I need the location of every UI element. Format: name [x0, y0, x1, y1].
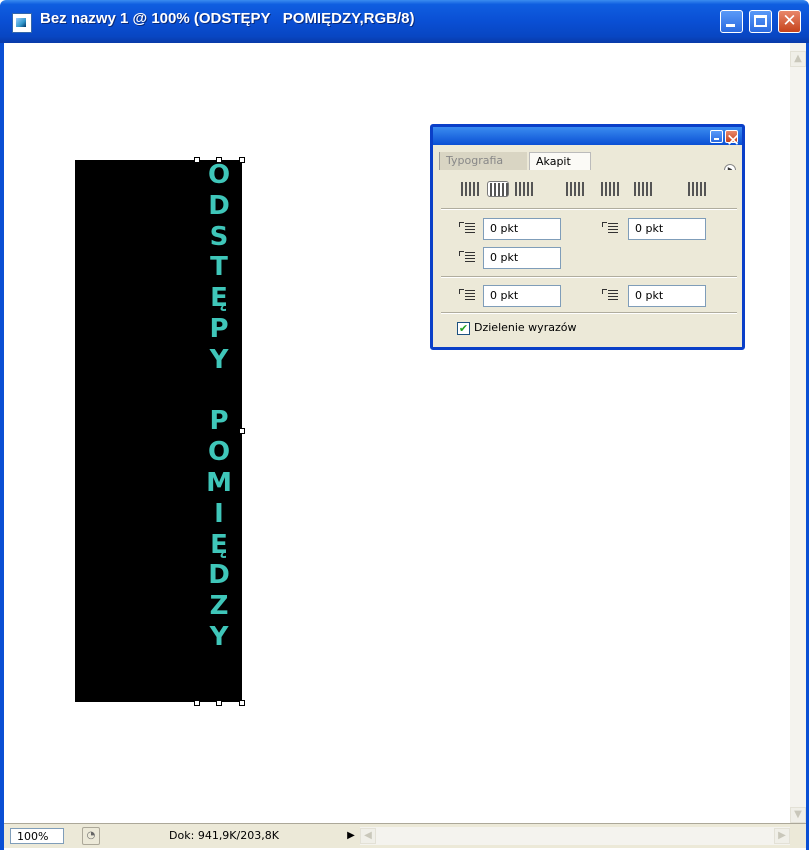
vertical-text-letter: M	[206, 467, 232, 498]
transform-handle[interactable]	[194, 157, 200, 163]
align-left-icon[interactable]	[459, 181, 481, 197]
scroll-down-button[interactable]: ▼	[790, 807, 806, 823]
align-right-icon[interactable]	[513, 181, 535, 197]
close-button[interactable]: ✕	[778, 10, 801, 33]
align-center-icon[interactable]	[487, 181, 509, 197]
window-title: Bez nazwy 1 @ 100% (ODSTĘPY POMIĘDZY,RGB…	[40, 10, 415, 27]
transform-handle[interactable]	[194, 700, 200, 706]
indent-left-field[interactable]: 0 pkt	[483, 218, 561, 240]
title-bar[interactable]: Bez nazwy 1 @ 100% (ODSTĘPY POMIĘDZY,RGB…	[0, 0, 809, 43]
alignment-buttons	[459, 177, 729, 199]
transform-handle[interactable]	[216, 157, 222, 163]
space-after-field[interactable]: 0 pkt	[628, 285, 706, 307]
vertical-text-letter: I	[214, 498, 224, 529]
minimize-button[interactable]	[720, 10, 743, 33]
vertical-text-letter: Ę	[210, 283, 228, 314]
zoom-level-field[interactable]: 100%	[10, 828, 64, 844]
transform-handle[interactable]	[216, 700, 222, 706]
panel-minimize-button[interactable]	[710, 130, 723, 143]
vertical-text-layer[interactable]: ODSTĘPY POMIĘDZY	[196, 160, 242, 653]
vertical-text-letter: Ę	[210, 529, 228, 560]
divider	[441, 313, 737, 314]
vertical-text-letter: Y	[209, 344, 229, 375]
minimize-icon	[714, 138, 719, 140]
vertical-text-letter: D	[208, 560, 230, 591]
divider	[441, 277, 737, 278]
horizontal-scrollbar[interactable]: ◀ ▶	[360, 827, 790, 845]
navigator-icon[interactable]: ◔	[82, 827, 100, 845]
status-bar: 100% ◔ Dok: 941,9K/203,8K ▶ ◀ ▶	[4, 823, 806, 848]
panel-tabs: Typografia Akapit	[439, 150, 739, 170]
vertical-text-letter: O	[207, 160, 231, 190]
space-after-icon	[602, 288, 620, 304]
indent-first-line-icon	[459, 250, 477, 266]
hyphenate-checkbox[interactable]: ✔	[457, 322, 470, 335]
vertical-text-letter: Z	[209, 591, 229, 622]
space-before-icon	[459, 288, 477, 304]
status-menu-arrow[interactable]: ▶	[344, 828, 358, 844]
panel-title-bar[interactable]: ✕	[433, 127, 742, 151]
indent-first-line-field[interactable]: 0 pkt	[483, 247, 561, 269]
justify-last-center-icon[interactable]	[599, 181, 621, 197]
transform-handle[interactable]	[239, 428, 245, 434]
vertical-text-letter: T	[210, 252, 228, 283]
panel-close-button[interactable]: ✕	[725, 130, 740, 151]
vertical-text-letter: Y	[209, 621, 229, 652]
document-info[interactable]: Dok: 941,9K/203,8K	[109, 828, 339, 844]
vertical-text-letter: P	[209, 313, 229, 344]
space-before-field[interactable]: 0 pkt	[483, 285, 561, 307]
document-icon	[12, 13, 32, 33]
indent-left-icon	[459, 221, 477, 237]
maximize-icon	[754, 15, 767, 27]
indent-right-icon	[602, 221, 620, 237]
tab-akapit[interactable]: Akapit	[529, 152, 591, 170]
vertical-text-letter	[196, 376, 242, 407]
transform-handle[interactable]	[239, 157, 245, 163]
scroll-right-button[interactable]: ▶	[774, 828, 790, 844]
divider	[441, 209, 737, 210]
vertical-text-letter: S	[209, 221, 229, 252]
minimize-icon	[726, 24, 735, 27]
maximize-button[interactable]	[749, 10, 772, 33]
close-icon: ✕	[726, 131, 741, 151]
paragraph-panel: ✕ Typografia Akapit ▶ 0 pkt 0 pkt 0 pkt …	[430, 124, 745, 350]
vertical-text-letter: D	[208, 190, 230, 221]
vertical-text-letter: P	[209, 406, 229, 437]
vertical-scrollbar[interactable]: ▲ ▼	[790, 43, 806, 823]
justify-all-icon[interactable]	[686, 181, 708, 197]
panel-body: 0 pkt 0 pkt 0 pkt 0 pkt 0 pkt	[439, 170, 739, 343]
indent-right-field[interactable]: 0 pkt	[628, 218, 706, 240]
justify-last-left-icon[interactable]	[564, 181, 586, 197]
hyphenate-label[interactable]: Dzielenie wyrazów	[474, 321, 576, 335]
scroll-left-button[interactable]: ◀	[360, 828, 376, 844]
justify-last-right-icon[interactable]	[632, 181, 654, 197]
tab-typografia[interactable]: Typografia	[439, 152, 527, 170]
close-icon: ✕	[782, 11, 797, 31]
scroll-up-button[interactable]: ▲	[790, 51, 806, 67]
transform-handle[interactable]	[239, 700, 245, 706]
vertical-text-letter: O	[207, 437, 231, 468]
